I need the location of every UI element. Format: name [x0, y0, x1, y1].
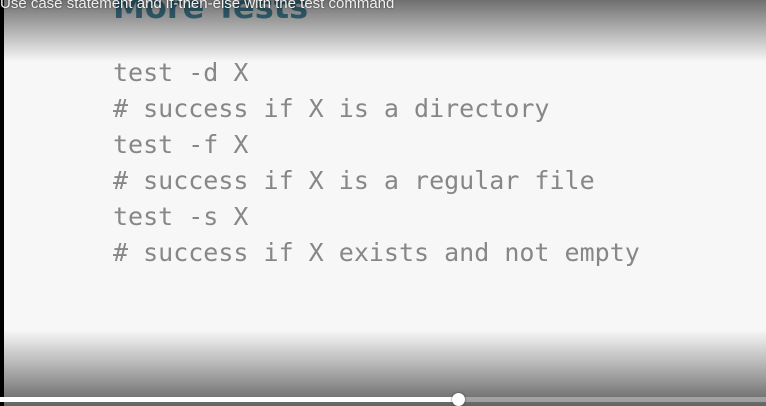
code-block: test -d X # success if X is a directory … [113, 55, 640, 271]
progress-played [0, 397, 459, 402]
code-comment-directory: # success if X is a directory [113, 94, 550, 123]
slide: More Tests test -d X # success if X is a… [4, 0, 766, 406]
video-title[interactable]: Use case statement and if-then-else with… [0, 0, 766, 12]
code-comment-regular-file: # success if X is a regular file [113, 166, 595, 195]
code-comment-not-empty: # success if X exists and not empty [113, 238, 640, 267]
code-line-test-d: test -d X [113, 58, 249, 87]
code-line-test-f: test -f X [113, 130, 249, 159]
scrubber-handle[interactable] [452, 393, 466, 406]
progress-bar[interactable] [0, 393, 766, 406]
video-player[interactable]: More Tests test -d X # success if X is a… [0, 0, 766, 406]
code-line-test-s: test -s X [113, 202, 249, 231]
